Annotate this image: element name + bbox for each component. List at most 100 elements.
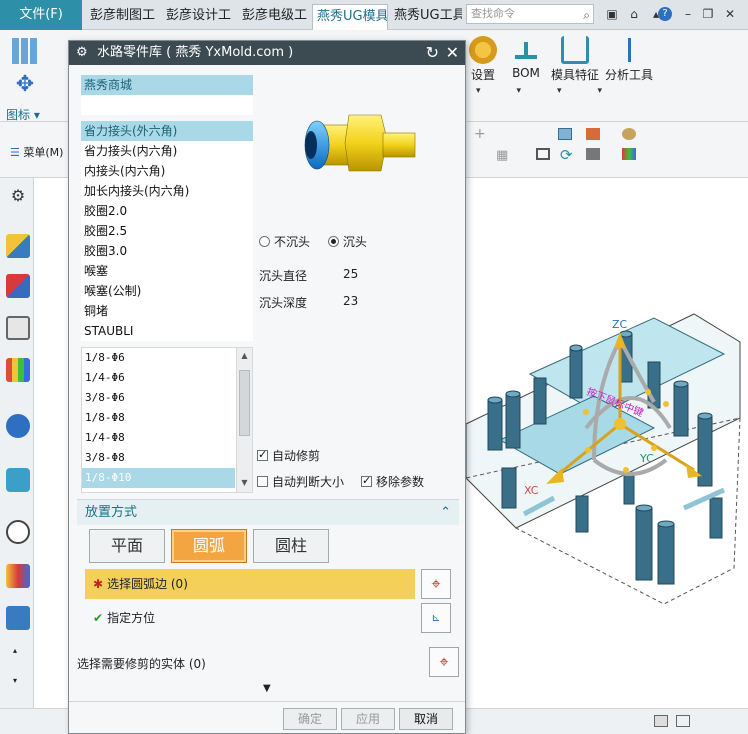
icon-group-label[interactable]: 图标 ▾	[6, 106, 40, 123]
list-item[interactable]: 1/4-Φ8	[82, 428, 235, 448]
more-options-arrow-icon[interactable]: ▼	[263, 683, 271, 694]
counterbore-diameter-value[interactable]: 25	[343, 267, 358, 281]
bom-label: BOM	[512, 66, 540, 80]
scroll-up-icon[interactable]: ▴	[13, 646, 17, 655]
view-icon-2[interactable]	[586, 128, 600, 140]
list-item[interactable]: 1/4-Φ6	[82, 368, 235, 388]
remove-params-checkbox[interactable]: 移除参数	[361, 473, 424, 490]
list-item[interactable]: 3/8-Φ8	[82, 448, 235, 468]
trim-body-crosshair-button[interactable]: ⌖	[429, 647, 459, 677]
size-list-scrollbar[interactable]: ▲ ▼	[236, 348, 252, 492]
list-item[interactable]: 1/8-Φ8	[82, 408, 235, 428]
info-icon[interactable]	[6, 414, 30, 438]
tab-pengyan-drawing[interactable]: 彭彦制图工	[86, 4, 160, 30]
list-item[interactable]: 喉塞	[81, 261, 253, 281]
list-item[interactable]: 省力接头(内六角)	[81, 141, 253, 161]
view-icon-3[interactable]	[622, 128, 636, 140]
list-item[interactable]: 1/8-Φ10	[82, 468, 235, 488]
restore-icon[interactable]: ❐	[700, 6, 716, 22]
apply-button[interactable]: 应用	[341, 708, 395, 730]
list-item[interactable]: 3/8-Φ6	[82, 388, 235, 408]
view-icon-1[interactable]	[558, 128, 572, 140]
menu-button[interactable]: ☰ 菜单(M)	[10, 144, 63, 160]
list-item[interactable]: 胶圈2.5	[81, 221, 253, 241]
color-icon[interactable]	[622, 148, 636, 160]
select-arc-crosshair-button[interactable]: ⌖	[421, 569, 451, 599]
dialog-title-bar[interactable]: ⚙ 水路零件库 ( 燕秀 YxMold.com ) ↻ ✕	[69, 41, 465, 65]
list-item[interactable]: 内接头(内六角)	[81, 161, 253, 181]
list-item[interactable]: 喉塞(公制)	[81, 281, 253, 301]
auto-trim-check-box[interactable]	[257, 448, 268, 461]
minimize-icon[interactable]: –	[680, 6, 696, 22]
close-icon[interactable]: ✕	[722, 6, 738, 22]
settings-button[interactable]: 设置	[466, 36, 500, 83]
dialog-close-icon[interactable]: ✕	[446, 41, 459, 65]
cancel-button[interactable]: 取消	[399, 708, 453, 730]
specify-orientation-row[interactable]: ✔ 指定方位	[85, 605, 155, 631]
grid-small-icon[interactable]: ▦	[496, 148, 508, 163]
tab-yanxiu-ug-mold[interactable]: 燕秀UG模具	[312, 4, 388, 30]
menu-icon: ☰	[10, 146, 20, 159]
command-search-input[interactable]: 查找命令 ⌕	[466, 4, 594, 24]
scroll-down-icon[interactable]: ▾	[13, 676, 17, 685]
auto-trim-checkbox[interactable]: 自动修剪	[257, 447, 320, 464]
shop-link[interactable]: 燕秀商城	[81, 75, 253, 95]
part-navigator-icon[interactable]	[6, 316, 30, 340]
list-item[interactable]: 加长内接头(内六角)	[81, 181, 253, 201]
file-menu-button[interactable]: 文件(F)	[0, 0, 82, 30]
placement-section-header[interactable]: 放置方式 ⌃	[77, 499, 459, 525]
tab-pengyan-design[interactable]: 彭彦设计工	[162, 4, 236, 30]
history-clock-icon[interactable]	[6, 520, 30, 544]
reuse-library-icon[interactable]	[6, 358, 30, 382]
axis-yc-label: YC	[639, 452, 654, 465]
roles-icon[interactable]	[6, 606, 30, 630]
scroll-up-arrow-icon[interactable]: ▲	[237, 351, 252, 360]
tab-yanxiu-ug-tools[interactable]: 燕秀UG工具	[390, 4, 462, 30]
auto-size-checkbox[interactable]: 自动判断大小	[257, 473, 344, 490]
analysis-tools-button[interactable]: 分析工具	[604, 36, 654, 83]
bom-button[interactable]: BOM	[506, 36, 546, 80]
help-icon[interactable]: ?	[658, 7, 672, 21]
window-icon[interactable]: ▣	[604, 6, 620, 22]
no-counterbore-radio[interactable]: 不沉头	[259, 235, 310, 249]
collapse-chevron-icon[interactable]: ⌃	[440, 500, 451, 526]
scroll-down-arrow-icon[interactable]: ▼	[237, 478, 252, 487]
constraint-navigator-icon[interactable]	[6, 274, 30, 298]
tab-pengyan-electrode[interactable]: 彭彦电级工	[238, 4, 312, 30]
status-icon-1[interactable]	[654, 715, 668, 727]
counterbore-depth-value[interactable]: 23	[343, 294, 358, 308]
remove-params-check-box[interactable]	[361, 474, 372, 487]
palette-icon[interactable]	[6, 564, 30, 588]
home-icon[interactable]: ⌂	[626, 6, 642, 22]
move-icon[interactable]: ✥	[12, 72, 38, 98]
mold-feature-button[interactable]: 模具特征	[550, 36, 600, 83]
web-browser-icon[interactable]	[6, 468, 30, 492]
counterbore-radio[interactable]: 沉头	[327, 235, 367, 249]
list-item[interactable]: STAUBLI	[81, 321, 253, 341]
auto-size-check-box[interactable]	[257, 476, 268, 487]
list-item[interactable]: 胶圈2.0	[81, 201, 253, 221]
csys-orientation-icon[interactable]: ⊾	[421, 603, 451, 633]
plus-icon[interactable]: +	[474, 126, 486, 142]
placement-plane-button[interactable]: 平面	[89, 529, 165, 563]
assembly-navigator-icon[interactable]	[6, 234, 30, 258]
counterbore-depth-row: 沉头深度 23	[259, 294, 358, 311]
status-icon-2[interactable]	[676, 715, 690, 727]
placement-arc-button[interactable]: 圆弧	[171, 529, 247, 563]
grid-icon[interactable]	[12, 38, 38, 64]
dialog-gear-icon[interactable]: ⚙	[76, 41, 88, 65]
scroll-thumb[interactable]	[239, 370, 250, 436]
list-item[interactable]: 胶圈3.0	[81, 241, 253, 261]
list-item[interactable]: 省力接头(外六角)	[81, 121, 253, 141]
select-arc-edge-row[interactable]: ✱ 选择圆弧边 (0)	[85, 569, 415, 599]
layer-icon[interactable]	[586, 148, 600, 160]
list-item[interactable]: 铜堵	[81, 301, 253, 321]
settings-gear-icon[interactable]: ⚙	[6, 186, 30, 210]
ok-button[interactable]: 确定	[283, 708, 337, 730]
trim-body-row[interactable]: 选择需要修剪的实体 (0)	[77, 655, 206, 672]
list-item[interactable]: 1/8-Φ6	[82, 348, 235, 368]
placement-cylinder-button[interactable]: 圆柱	[253, 529, 329, 563]
reset-icon[interactable]: ↻	[426, 41, 439, 65]
rotate-icon[interactable]: ⟳	[560, 146, 573, 164]
camera-icon[interactable]	[536, 148, 550, 160]
